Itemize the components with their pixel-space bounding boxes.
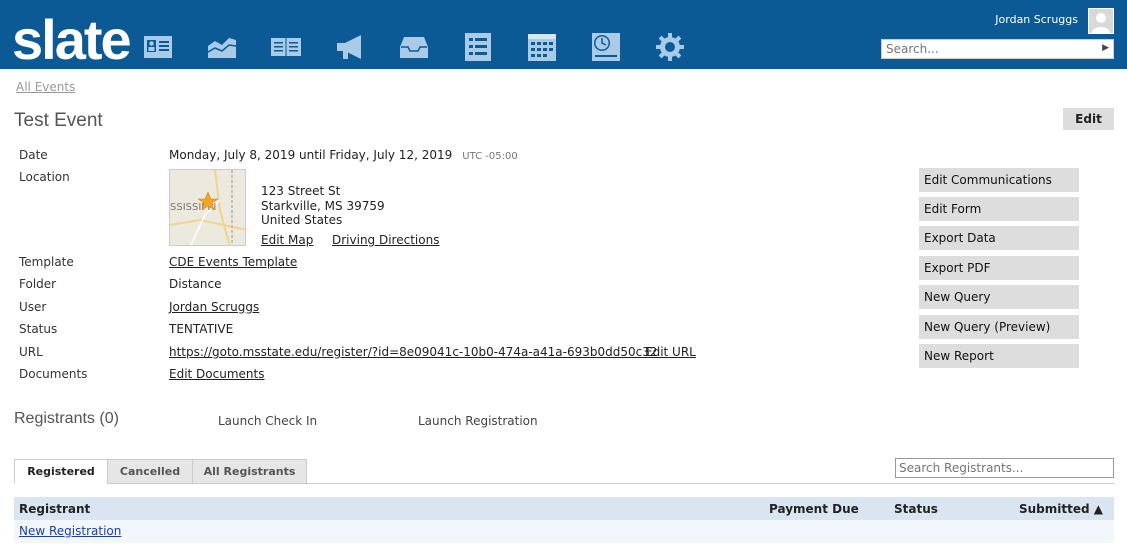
user-label: User: [19, 300, 47, 314]
global-search: ▶: [881, 39, 1114, 59]
address-line-3: United States: [261, 213, 343, 227]
status-value: TENTATIVE: [169, 322, 234, 336]
global-search-input[interactable]: [882, 40, 1092, 58]
registrant-search: [895, 458, 1114, 478]
list-icon[interactable]: [461, 30, 495, 64]
edit-map-link[interactable]: Edit Map: [261, 233, 313, 247]
documents-label: Documents: [19, 367, 88, 381]
inbox-icon[interactable]: [397, 30, 431, 64]
column-submitted[interactable]: Submitted ▲: [1019, 502, 1103, 516]
search-arrow-icon[interactable]: ▶: [1102, 43, 1109, 53]
new-query-button[interactable]: New Query: [919, 285, 1079, 309]
tab-all-registrants[interactable]: All Registrants: [192, 459, 307, 484]
edit-communications-button[interactable]: Edit Communications: [919, 168, 1079, 192]
avatar[interactable]: [1088, 8, 1114, 34]
launch-registration-button[interactable]: Launch Registration: [418, 414, 538, 428]
edit-button[interactable]: Edit: [1063, 108, 1114, 130]
column-registrant[interactable]: Registrant: [19, 502, 90, 516]
folder-label: Folder: [19, 277, 57, 291]
template-link[interactable]: CDE Events Template: [169, 255, 297, 269]
gear-icon[interactable]: [653, 30, 687, 64]
template-label: Template: [19, 255, 74, 269]
dashboard-icon[interactable]: [205, 30, 239, 64]
edit-form-button[interactable]: Edit Form: [919, 197, 1079, 221]
tab-cancelled[interactable]: Cancelled: [107, 459, 193, 484]
megaphone-icon[interactable]: [333, 30, 367, 64]
registrant-search-input[interactable]: [896, 459, 1111, 477]
export-data-button[interactable]: Export Data: [919, 226, 1079, 250]
tab-registered[interactable]: Registered: [14, 459, 108, 484]
book-icon[interactable]: [269, 30, 303, 64]
address-line-2: Starkville, MS 39759: [261, 199, 385, 213]
address-line-1: 123 Street St: [261, 184, 341, 198]
table-row: New Registration: [14, 520, 1114, 543]
column-status[interactable]: Status: [894, 502, 938, 516]
new-query-preview-button[interactable]: New Query (Preview): [919, 315, 1079, 339]
timezone: UTC -05:00: [462, 151, 518, 162]
contacts-icon[interactable]: [141, 30, 175, 64]
registrants-table-header: Registrant Payment Due Status Submitted …: [14, 497, 1114, 520]
page-title: Test Event: [14, 110, 103, 131]
launch-check-in-button[interactable]: Launch Check In: [218, 414, 317, 428]
user-name[interactable]: Jordan Scruggs: [995, 13, 1078, 26]
breadcrumb-all-events[interactable]: All Events: [16, 80, 75, 94]
new-registration-link[interactable]: New Registration: [19, 524, 121, 538]
location-map[interactable]: SSISSIPPI: [169, 169, 246, 246]
slate-logo[interactable]: slate: [12, 10, 130, 69]
date-range: Monday, July 8, 2019 until Friday, July …: [169, 148, 453, 162]
location-label: Location: [19, 170, 70, 184]
export-pdf-button[interactable]: Export PDF: [919, 256, 1079, 280]
url-label: URL: [19, 345, 43, 359]
top-navigation-bar: slate Jordan Scruggs ▶: [0, 0, 1127, 69]
edit-documents-link[interactable]: Edit Documents: [169, 367, 264, 381]
registrants-heading: Registrants (0): [14, 410, 119, 427]
calendar-icon[interactable]: [525, 30, 559, 64]
driving-directions-link[interactable]: Driving Directions: [332, 233, 439, 247]
edit-url-link[interactable]: Edit URL: [645, 345, 696, 359]
user-link[interactable]: Jordan Scruggs: [169, 300, 259, 314]
folder-value: Distance: [169, 277, 222, 291]
status-label: Status: [19, 322, 58, 336]
column-payment-due[interactable]: Payment Due: [769, 502, 859, 516]
registration-url-link[interactable]: https://goto.msstate.edu/register/?id=8e…: [169, 345, 658, 359]
new-report-button[interactable]: New Report: [919, 344, 1079, 368]
clock-icon[interactable]: [589, 30, 623, 64]
date-label: Date: [19, 148, 48, 162]
date-value: Monday, July 8, 2019 until Friday, July …: [169, 148, 518, 162]
